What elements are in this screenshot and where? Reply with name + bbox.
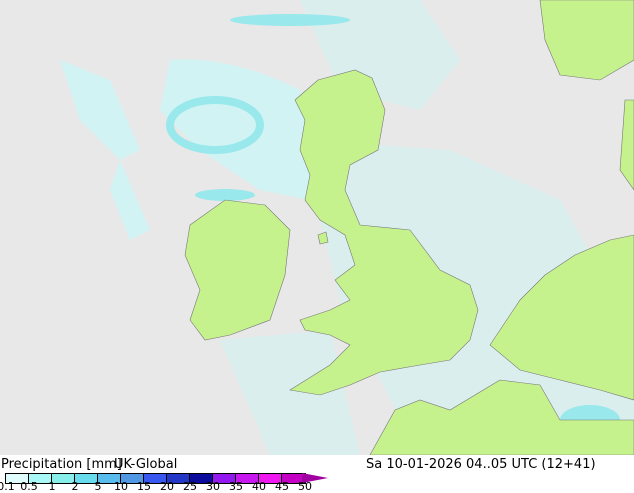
- precipitation-map: [0, 0, 634, 455]
- scale-tick-label: 20: [160, 480, 174, 493]
- scale-tick-label: 25: [183, 480, 197, 493]
- scale-tick-label: 2: [71, 480, 79, 493]
- model-name: UK-Global: [114, 457, 178, 472]
- scale-tick-label: 35: [229, 480, 243, 493]
- scale-tick-label: 0.1: [0, 480, 15, 493]
- legend-title: Precipitation [mm]: [1, 457, 122, 472]
- scale-tick-label: 50: [298, 480, 312, 493]
- scale-tick-label: 10: [114, 480, 128, 493]
- scale-tick-label: 5: [94, 480, 102, 493]
- scale-tick-label: 30: [206, 480, 220, 493]
- scale-tick-label: 40: [252, 480, 266, 493]
- scale-tick-label: 0.5: [20, 480, 38, 493]
- scale-tick-label: 45: [275, 480, 289, 493]
- scale-tick-label: 1: [48, 480, 56, 493]
- valid-time: Sa 10-01-2026 04..05 UTC (12+41): [366, 457, 596, 472]
- scale-tick-label: 15: [137, 480, 151, 493]
